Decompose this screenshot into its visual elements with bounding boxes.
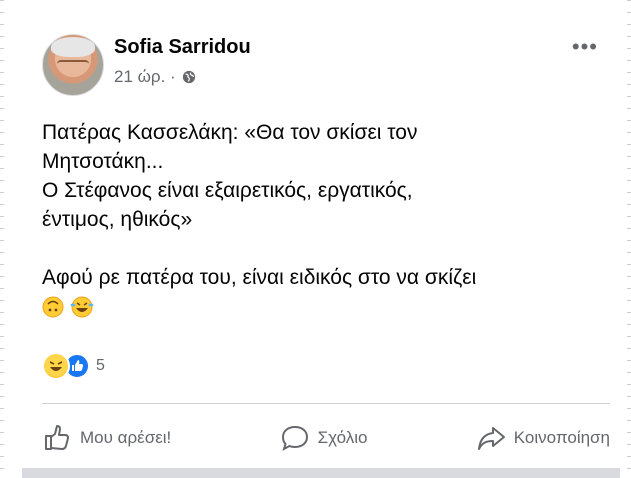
post-line: Μητσοτάκη...	[42, 150, 164, 173]
post-text: Πατέρας Κασσελάκη: «Θα τον σκίσει τον Μη…	[42, 118, 602, 321]
comment-button[interactable]: Σχόλιο	[280, 423, 368, 453]
share-button[interactable]: Κοινοποίηση	[476, 423, 610, 453]
right-page-edge	[623, 0, 631, 478]
post-meta: 21 ώρ. ·	[114, 67, 196, 87]
share-label: Κοινοποίηση	[513, 428, 610, 447]
divider	[42, 403, 610, 404]
like-button[interactable]: Μου αρέσει!	[42, 423, 171, 453]
avatar[interactable]	[42, 34, 104, 96]
left-page-edge	[0, 0, 8, 478]
haha-reaction-icon	[42, 352, 70, 380]
reaction-count[interactable]: 5	[96, 357, 105, 375]
more-options-button[interactable]: •••	[572, 34, 598, 60]
post-line: έντιμος, ηθικός»	[42, 208, 193, 231]
laughing-emoji	[70, 296, 94, 318]
action-bar: Μου αρέσει! Σχόλιο Κοινοποίηση	[42, 420, 610, 456]
reaction-summary[interactable]: 5	[42, 352, 105, 380]
trailing-emojis	[42, 292, 602, 321]
thumbs-up-icon	[45, 425, 69, 450]
comment-label: Σχόλιο	[317, 428, 368, 447]
like-label: Μου αρέσει!	[80, 428, 172, 447]
post-time[interactable]: 21 ώρ. ·	[114, 67, 176, 87]
globe-icon	[182, 70, 195, 84]
bottom-bar	[22, 468, 620, 478]
share-icon	[477, 427, 505, 450]
post-line: Πατέρας Κασσελάκη: «Θα τον σκίσει τον	[42, 121, 418, 144]
post-line: Ο Στέφανος είναι εξαιρετικός, εργατικός,	[42, 179, 413, 202]
upside-down-face-emoji	[42, 296, 64, 318]
comment-icon	[281, 425, 308, 452]
post-card: Sofia Sarridou 21 ώρ. · ••• Πατέρας Κασσ…	[22, 0, 620, 478]
post-line: Αφού ρε πατέρα του, είναι ειδικός στο να…	[42, 266, 477, 289]
author-name[interactable]: Sofia Sarridou	[114, 36, 251, 59]
